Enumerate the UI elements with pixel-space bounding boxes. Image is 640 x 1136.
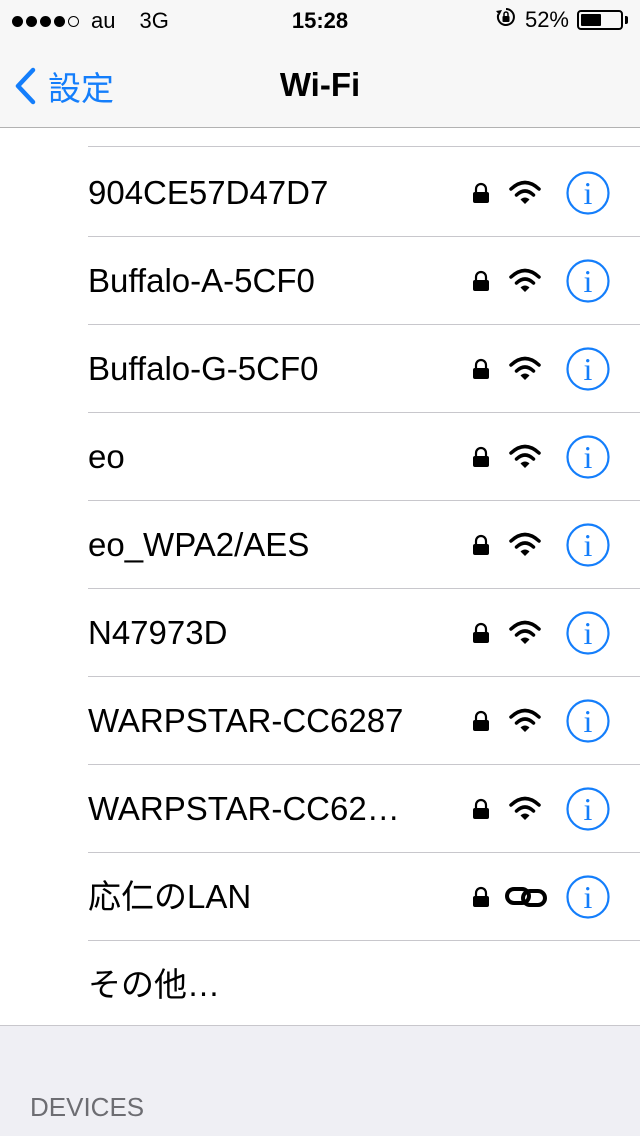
lock-icon (472, 710, 490, 737)
svg-text:i: i (584, 175, 593, 211)
wifi-icon (508, 531, 542, 564)
network-row[interactable]: Buffalo-G-5CF0 i (0, 325, 640, 413)
network-name: WARPSTAR-CC6287 (88, 702, 404, 739)
status-right: 52% (495, 6, 628, 34)
network-name: eo_WPA2/AES (88, 526, 310, 563)
wifi-icon (508, 795, 542, 828)
lock-icon (472, 446, 490, 473)
lock-icon (472, 270, 490, 297)
network-name: WARPSTAR-CC62… (88, 790, 400, 827)
wifi-icon (508, 443, 542, 476)
network-list: 904CE57D47D7 i Buffalo-A-5CF0 i Buffalo-G-5C… (0, 128, 640, 1026)
info-icon[interactable]: i (566, 875, 610, 924)
network-row[interactable]: eo i (0, 413, 640, 501)
wifi-icon (508, 707, 542, 740)
link-icon (504, 883, 548, 916)
battery-percent: 52% (524, 7, 569, 32)
network-name: Buffalo-A-5CF0 (88, 262, 315, 299)
info-icon[interactable]: i (566, 259, 610, 308)
network-row[interactable]: WARPSTAR-CC6287 i (0, 677, 640, 765)
wifi-icon (508, 267, 542, 300)
info-icon[interactable]: i (566, 611, 610, 660)
page-title: Wi-Fi (279, 66, 361, 103)
navigation-bar: 設定 Wi-Fi (0, 40, 640, 128)
lock-icon (472, 182, 490, 209)
other-network-row[interactable]: その他… (0, 941, 640, 1029)
svg-text:i: i (584, 263, 593, 299)
network-row[interactable]: N47973D i (0, 589, 640, 677)
network-row[interactable]: eo_WPA2/AES i (0, 501, 640, 589)
info-icon[interactable]: i (566, 787, 610, 836)
svg-text:i: i (584, 439, 593, 475)
battery-fill (581, 14, 601, 26)
svg-text:i: i (584, 351, 593, 387)
info-icon[interactable]: i (566, 435, 610, 484)
lock-icon (472, 358, 490, 385)
lock-icon (472, 534, 490, 561)
battery-icon (577, 10, 623, 30)
lock-icon (472, 886, 490, 913)
status-bar: au 3G 15:28 52% (0, 0, 640, 40)
network-name: eo (88, 438, 125, 475)
network-row[interactable]: 904CE57D47D7 i (0, 149, 640, 237)
network-name: 応仁のLAN (88, 878, 252, 915)
devices-section-header: DEVICES (30, 1092, 145, 1122)
svg-text:i: i (584, 791, 593, 827)
network-row[interactable]: 応仁のLAN i (0, 853, 640, 941)
network-row[interactable]: WARPSTAR-CC62… i (0, 765, 640, 853)
wifi-icon (508, 355, 542, 388)
svg-text:i: i (584, 527, 593, 563)
wifi-icon (508, 179, 542, 212)
svg-text:i: i (584, 615, 593, 651)
wifi-icon (508, 619, 542, 652)
rotation-lock-icon (495, 6, 517, 34)
battery-tip (625, 16, 628, 24)
network-name: Buffalo-G-5CF0 (88, 350, 319, 387)
network-row[interactable]: Buffalo-A-5CF0 i (0, 237, 640, 325)
network-name: N47973D (88, 614, 228, 651)
info-icon[interactable]: i (566, 347, 610, 396)
lock-icon (472, 622, 490, 649)
info-icon[interactable]: i (566, 523, 610, 572)
svg-text:i: i (584, 879, 593, 915)
lock-icon (472, 798, 490, 825)
info-icon[interactable]: i (566, 171, 610, 220)
info-icon[interactable]: i (566, 699, 610, 748)
divider (88, 146, 640, 147)
network-name: 904CE57D47D7 (88, 174, 329, 211)
other-network-label: その他… (88, 966, 220, 1003)
svg-text:i: i (584, 703, 593, 739)
